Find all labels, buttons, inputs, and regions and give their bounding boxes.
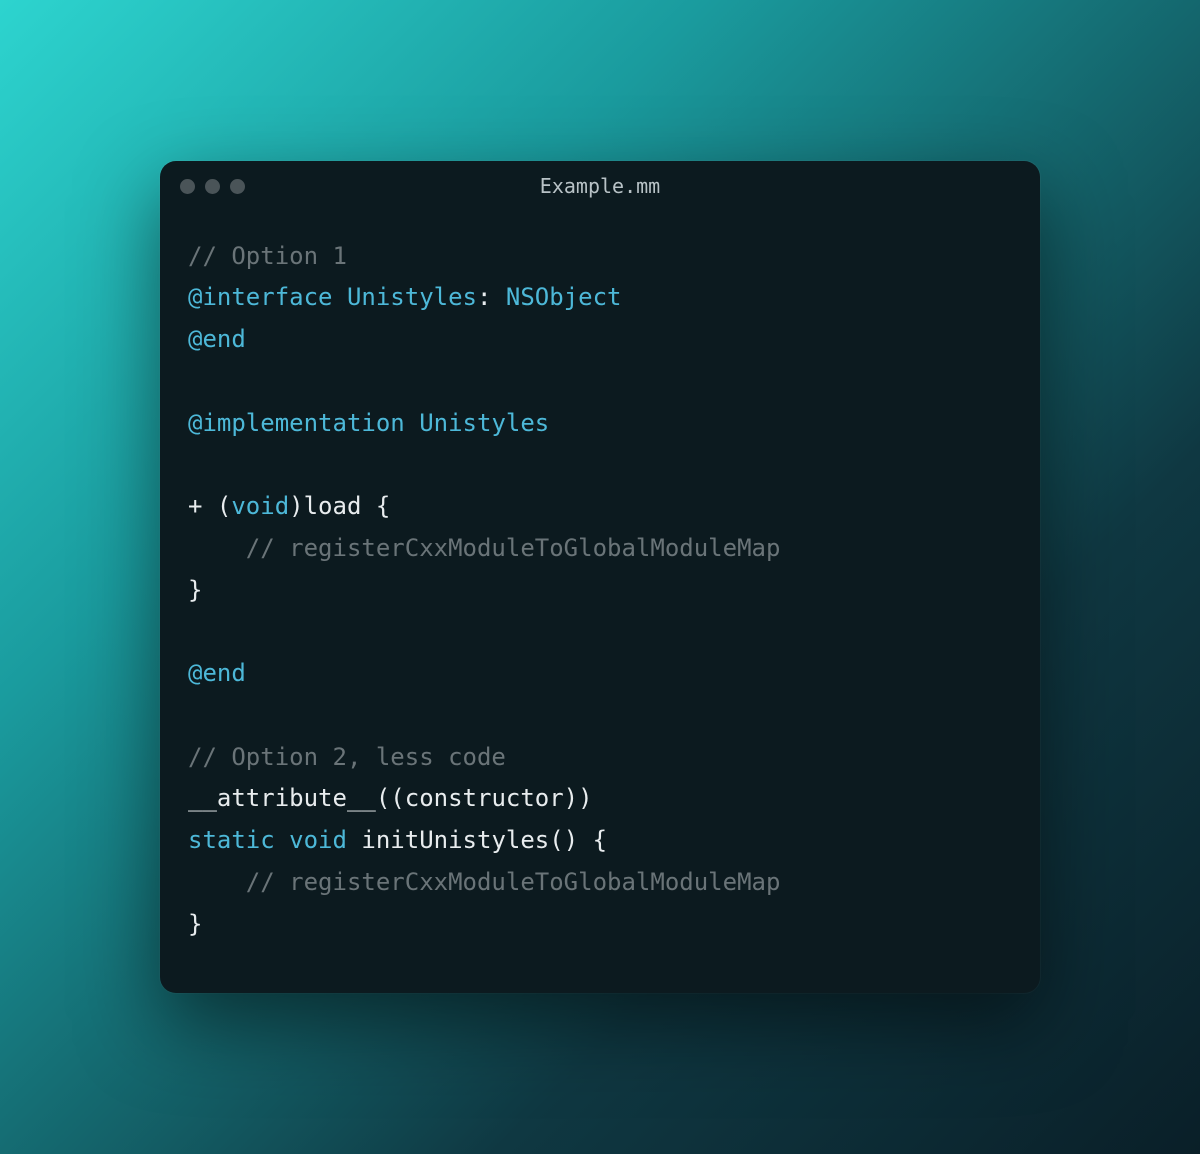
code-keyword: @end bbox=[188, 325, 246, 353]
code-comment: // registerCxxModuleToGlobalModuleMap bbox=[246, 534, 781, 562]
code-text bbox=[347, 826, 361, 854]
code-keyword: @end bbox=[188, 659, 246, 687]
code-text: } bbox=[188, 576, 202, 604]
code-text bbox=[333, 283, 347, 311]
window-titlebar: Example.mm bbox=[160, 161, 1040, 202]
code-comment: // registerCxxModuleToGlobalModuleMap bbox=[246, 868, 781, 896]
code-text: __attribute__ bbox=[188, 784, 376, 812]
code-type: Unistyles bbox=[347, 283, 477, 311]
traffic-lights bbox=[180, 179, 245, 194]
code-comment: // Option 1 bbox=[188, 242, 347, 270]
code-type: Unistyles bbox=[419, 409, 549, 437]
code-text: ((constructor)) bbox=[376, 784, 593, 812]
code-text: : bbox=[477, 283, 506, 311]
code-text bbox=[405, 409, 419, 437]
code-text: )load { bbox=[289, 492, 390, 520]
window-title: Example.mm bbox=[160, 174, 1040, 198]
maximize-icon[interactable] bbox=[230, 179, 245, 194]
code-indent bbox=[188, 534, 246, 562]
close-icon[interactable] bbox=[180, 179, 195, 194]
code-comment: // Option 2, less code bbox=[188, 743, 506, 771]
code-keyword: static bbox=[188, 826, 275, 854]
code-keyword: @implementation bbox=[188, 409, 405, 437]
minimize-icon[interactable] bbox=[205, 179, 220, 194]
code-type: NSObject bbox=[506, 283, 622, 311]
code-indent bbox=[188, 868, 246, 896]
code-content: // Option 1 @interface Unistyles: NSObje… bbox=[160, 202, 1040, 994]
code-keyword: void bbox=[289, 826, 347, 854]
code-keyword: @interface bbox=[188, 283, 333, 311]
code-window: Example.mm // Option 1 @interface Unisty… bbox=[160, 161, 1040, 994]
code-text: + ( bbox=[188, 492, 231, 520]
code-text: initUnistyles() { bbox=[361, 826, 607, 854]
code-text: } bbox=[188, 910, 202, 938]
code-text bbox=[275, 826, 289, 854]
code-keyword: void bbox=[231, 492, 289, 520]
